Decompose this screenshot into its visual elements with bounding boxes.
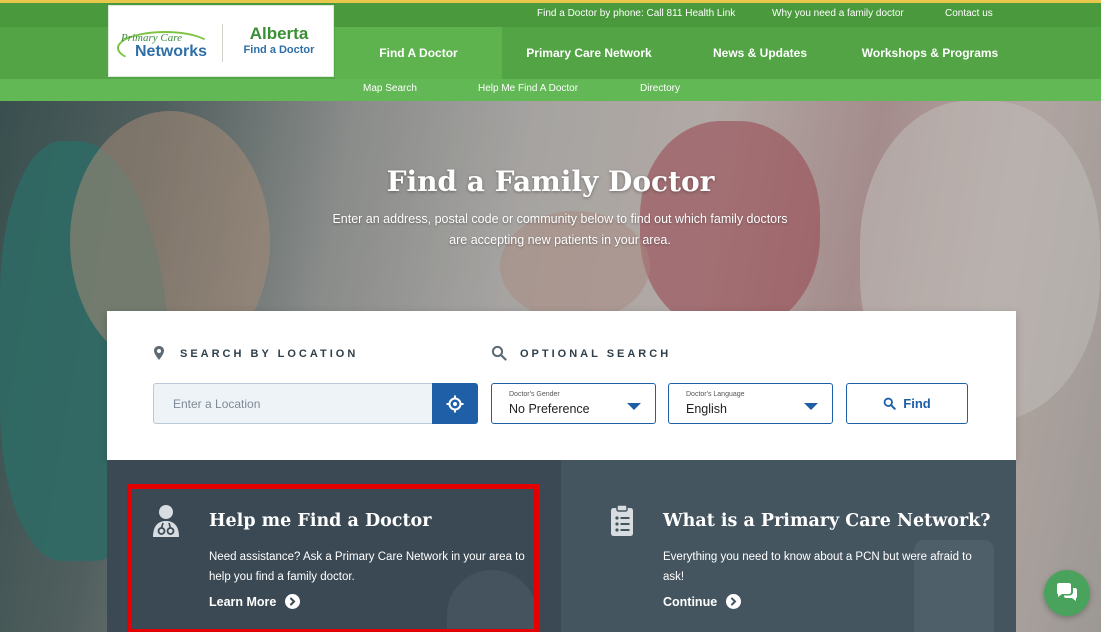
logo-title: Alberta <box>249 24 309 43</box>
search-icon <box>883 397 897 410</box>
optional-search-heading: OPTIONAL SEARCH <box>520 348 672 360</box>
pcn-panel-title: What is a Primary Care Network? <box>663 511 991 531</box>
language-select[interactable]: Doctor's Language English <box>668 383 833 424</box>
caret-down-icon <box>627 403 641 410</box>
language-select-value: English <box>686 402 727 416</box>
hero-title: Find a Family Doctor <box>386 165 715 198</box>
find-button[interactable]: Find <box>846 383 968 424</box>
logo-subtitle: Find a Doctor <box>243 44 315 56</box>
find-button-label: Find <box>903 396 931 411</box>
nav-primary-care-network[interactable]: Primary Care Network <box>503 27 675 79</box>
site-logo[interactable]: Primary Care Networks Alberta Find a Doc… <box>108 5 334 77</box>
nav-find-a-doctor[interactable]: Find A Doctor <box>335 27 502 79</box>
hero-subtitle: Enter an address, postal code or communi… <box>332 212 788 247</box>
gender-select[interactable]: Doctor's Gender No Preference <box>491 383 656 424</box>
gender-select-value: No Preference <box>509 402 590 416</box>
logo-pcn-big: Networks <box>135 43 208 60</box>
continue-label: Continue <box>663 594 718 609</box>
nav-workshops-programs[interactable]: Workshops & Programs <box>845 27 1015 79</box>
subnav-directory[interactable]: Directory <box>640 83 680 94</box>
continue-link[interactable]: Continue <box>663 594 742 609</box>
sub-nav: Map Search Help Me Find A Doctor Directo… <box>0 79 1101 101</box>
utility-link-contact[interactable]: Contact us <box>945 8 993 19</box>
clipboard-list-icon <box>611 504 633 536</box>
geolocate-button[interactable] <box>432 383 478 424</box>
logo-divider <box>222 24 223 62</box>
chat-button[interactable] <box>1044 570 1090 616</box>
what-is-pcn-panel: What is a Primary Care Network? Everythi… <box>561 460 1016 632</box>
highlight-box <box>127 484 539 632</box>
location-input[interactable] <box>153 383 433 424</box>
language-select-label: Doctor's Language <box>686 391 745 398</box>
gender-select-label: Doctor's Gender <box>509 391 560 398</box>
pcn-panel-description: Everything you need to know about a PCN … <box>663 551 972 583</box>
site-header: Find a Doctor by phone: Call 811 Health … <box>0 0 1101 79</box>
arrow-circle-right-icon <box>726 594 742 609</box>
subnav-help-me-find[interactable]: Help Me Find A Doctor <box>478 83 578 94</box>
map-pin-icon <box>154 346 164 360</box>
search-card: SEARCH BY LOCATION OPTIONAL SEARCH Docto… <box>107 311 1016 460</box>
caret-down-icon <box>804 403 818 410</box>
nav-news-updates[interactable]: News & Updates <box>685 27 835 79</box>
chat-bubbles-icon <box>1057 583 1077 601</box>
subnav-map-search[interactable]: Map Search <box>363 83 417 94</box>
search-icon <box>491 345 507 361</box>
search-by-location-heading: SEARCH BY LOCATION <box>180 348 359 360</box>
utility-link-phone[interactable]: Find a Doctor by phone: Call 811 Health … <box>537 8 735 19</box>
utility-link-why[interactable]: Why you need a family doctor <box>772 8 904 19</box>
crosshair-icon <box>446 395 464 412</box>
